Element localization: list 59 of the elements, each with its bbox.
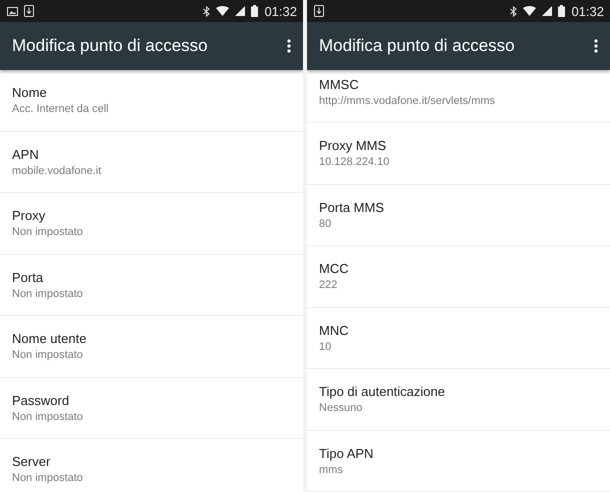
battery-icon (558, 5, 566, 17)
setting-item[interactable]: MCC 222 (307, 246, 610, 306)
download-icon (24, 5, 34, 17)
setting-item[interactable]: Porta Non impostato (0, 254, 303, 315)
setting-value: 10.128.224.10 (319, 156, 390, 168)
setting-value: Non impostato (12, 349, 83, 362)
signal-icon (542, 6, 552, 16)
setting-value: Non impostato (12, 226, 83, 238)
status-time: 01:32 (571, 4, 604, 18)
image-icon (7, 6, 18, 16)
setting-label: Nome utente (12, 331, 86, 346)
toolbar-title: Modifica punto di accesso (12, 36, 209, 56)
setting-value: Nessuno (319, 402, 362, 414)
battery-icon (251, 5, 258, 17)
setting-item[interactable]: APN mobile.vodafone.it (0, 132, 303, 192)
setting-label: Server (12, 454, 50, 470)
setting-label: Proxy (12, 208, 46, 224)
setting-label: MNC (319, 322, 349, 338)
bluetooth-icon (203, 6, 210, 16)
setting-value: Non impostato (12, 410, 83, 423)
setting-item[interactable]: Nome Acc. Internet da cell (0, 70, 303, 130)
setting-value: mobile.vodafone.it (12, 164, 102, 177)
setting-label: Proxy MMS (319, 138, 386, 154)
setting-item[interactable]: Tipo APN mms (307, 430, 610, 491)
setting-label: MCC (319, 261, 349, 276)
setting-value: Acc. Internet da cell (12, 103, 109, 116)
setting-item[interactable]: Proxy Non impostato (0, 193, 303, 254)
more-options-icon[interactable] (287, 39, 291, 53)
setting-value: 80 (319, 218, 332, 230)
setting-value: 222 (319, 279, 338, 292)
setting-label: APN (12, 146, 39, 162)
setting-item[interactable]: Nome utente Non impostato (0, 316, 303, 376)
download-icon (314, 5, 324, 17)
signal-icon (235, 6, 246, 16)
status-time: 01:32 (264, 4, 297, 18)
wifi-icon (523, 6, 536, 16)
setting-label: Tipo APN (319, 446, 374, 461)
setting-label: Tipo di autenticazione (319, 384, 445, 400)
setting-value: http://mms.vodafone.it/servlets/mms (319, 95, 496, 107)
setting-item[interactable]: Server Non impostato (0, 439, 303, 492)
setting-item[interactable]: Proxy MMS 10.128.224.10 (307, 123, 610, 184)
setting-item[interactable]: Porta MMS 80 (307, 184, 610, 245)
wifi-icon (216, 6, 230, 16)
setting-label: Password (12, 392, 70, 408)
setting-value: Non impostato (12, 288, 83, 300)
more-options-icon[interactable] (594, 39, 598, 53)
setting-value: 10 (319, 340, 332, 353)
setting-value: Non impostato (12, 472, 83, 484)
bluetooth-icon (510, 6, 518, 16)
setting-item[interactable]: MNC 10 (307, 308, 610, 368)
setting-label: Nome (12, 85, 47, 100)
setting-label: MMSC (319, 77, 359, 92)
setting-value: mms (319, 464, 343, 476)
setting-item[interactable]: Password Non impostato (0, 378, 303, 438)
setting-label: Porta (12, 270, 44, 285)
setting-item[interactable]: Tipo di autenticazione Nessuno (307, 369, 610, 430)
setting-item[interactable]: MMSC http://mms.vodafone.it/servlets/mms (307, 70, 610, 122)
toolbar-title: Modifica punto di accesso (319, 36, 516, 56)
setting-label: Porta MMS (319, 200, 384, 215)
